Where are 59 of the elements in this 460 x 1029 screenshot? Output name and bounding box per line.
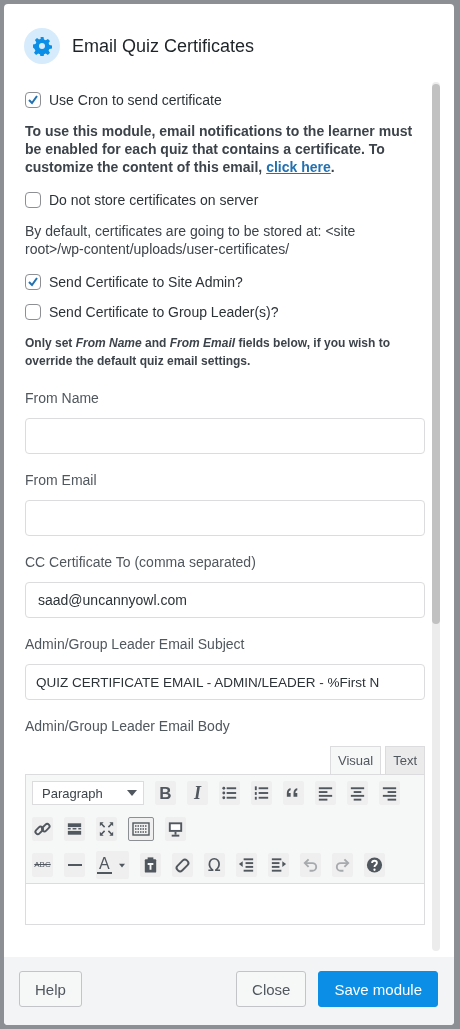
numbered-list-icon xyxy=(252,783,271,803)
toolbar-button[interactable] xyxy=(363,853,385,877)
gear-icon xyxy=(24,28,60,64)
toolbar-button[interactable] xyxy=(315,781,336,805)
toolbar-button[interactable]: A xyxy=(96,851,129,879)
toolbar-button[interactable] xyxy=(379,781,400,805)
input-field[interactable]: QUIZ CERTIFICATE EMAIL - ADMIN/LEADER - %First N xyxy=(25,664,425,700)
checkbox[interactable] xyxy=(25,274,41,290)
checkbox[interactable] xyxy=(25,92,41,108)
checkbox[interactable] xyxy=(25,192,41,208)
input-field[interactable]: saad@uncannyowl.com xyxy=(25,582,425,618)
toolbar-button[interactable] xyxy=(267,853,289,877)
format-dropdown[interactable]: Paragraph xyxy=(32,781,144,805)
toolbar-button[interactable] xyxy=(171,853,193,877)
fullscreen-icon xyxy=(97,819,116,839)
field-label: From Name xyxy=(25,390,100,406)
keyboard-icon xyxy=(131,819,151,839)
field-label: From Email xyxy=(25,472,98,488)
checkbox-label: Do not store certificates on server xyxy=(49,192,259,208)
input-field[interactable] xyxy=(25,500,425,536)
help-icon xyxy=(364,855,384,875)
checkbox-label: Use Cron to send certificate xyxy=(49,92,222,108)
editor-tab[interactable]: Text xyxy=(385,746,425,774)
italic-icon: I xyxy=(194,784,201,802)
toolbar-button[interactable] xyxy=(32,817,53,841)
toolbar-button[interactable] xyxy=(128,817,154,841)
toolbar-button[interactable] xyxy=(139,853,161,877)
toolbar-button[interactable] xyxy=(283,781,304,805)
horizontal-line-icon xyxy=(67,864,82,866)
field-label: Admin/Group Leader Email Body xyxy=(25,718,231,734)
toolbar-button[interactable] xyxy=(64,853,85,877)
toolbar-button[interactable] xyxy=(165,817,186,841)
toolbar-button[interactable] xyxy=(235,853,257,877)
outdent-icon xyxy=(236,855,256,875)
input-field[interactable] xyxy=(25,418,425,454)
dialog-button[interactable]: Close xyxy=(236,971,307,1007)
scrollbar[interactable] xyxy=(432,82,440,951)
info-text: By default, certificates are going to be stored at: <site root>/wp-content/uploads/user-certificates/ xyxy=(25,222,357,258)
monitor-icon xyxy=(166,819,185,839)
toolbar-button[interactable]: I xyxy=(187,781,208,805)
hint-text: Only set From Name and From Email fields below, if you wish to override the default quiz email settings. xyxy=(25,335,391,370)
toolbar-button[interactable] xyxy=(219,781,240,805)
toolbar-button[interactable] xyxy=(347,781,368,805)
checkbox-label: Send Certificate to Group Leader(s)? xyxy=(49,304,279,320)
toolbar-button[interactable] xyxy=(64,817,85,841)
toolbar-button[interactable] xyxy=(251,781,272,805)
field-label: CC Certificate To (comma separated) xyxy=(25,554,257,570)
checkbox-label: Send Certificate to Site Admin? xyxy=(49,274,243,290)
dialog-button[interactable]: Help xyxy=(19,971,82,1007)
dialog-title: Email Quiz Certificates xyxy=(72,35,255,57)
toolbar-button[interactable]: ABC xyxy=(32,853,53,877)
checkbox[interactable] xyxy=(25,304,41,320)
editor-tab[interactable]: Visual xyxy=(329,746,382,774)
caret-icon xyxy=(127,789,137,797)
strikethrough-icon: ABC xyxy=(34,861,51,869)
click-here-link[interactable]: click here xyxy=(266,159,331,175)
field-label: Admin/Group Leader Email Subject xyxy=(25,636,246,652)
toolbar-button[interactable] xyxy=(96,817,117,841)
info-text: To use this module, email notifications to the learner must be enabled for each quiz that contains a certificate. To customize the content of this email, click here. xyxy=(25,122,414,176)
